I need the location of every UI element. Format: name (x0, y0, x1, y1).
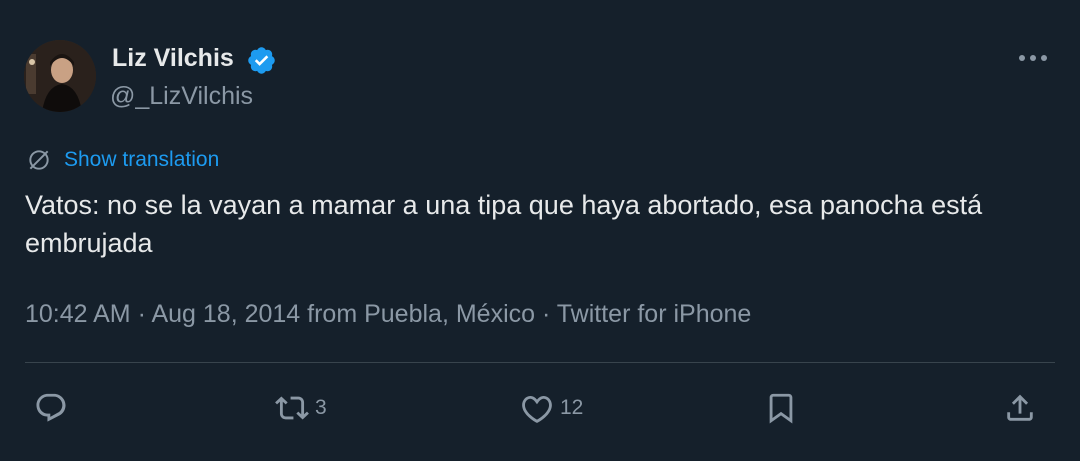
avatar[interactable] (24, 40, 96, 112)
bookmark-icon (769, 393, 793, 424)
more-icon[interactable] (1016, 48, 1050, 68)
retweet-count: 3 (315, 396, 327, 419)
like-button[interactable]: 12 (520, 388, 583, 428)
reply-icon (36, 393, 66, 422)
retweet-button[interactable]: 3 (275, 388, 327, 428)
share-button[interactable] (1003, 388, 1037, 428)
tweet-meta: 10:42 AM · Aug 18, 2014 from Puebla, Méx… (25, 300, 752, 328)
divider (25, 362, 1055, 363)
bookmark-button[interactable] (764, 388, 798, 428)
tweet-text: Vatos: no se la vayan a mamar a una tipa… (25, 190, 983, 258)
verified-badge-icon (248, 47, 275, 74)
like-count: 12 (560, 396, 584, 419)
retweet-icon (275, 396, 309, 420)
display-name[interactable]: Liz Vilchis (112, 44, 234, 73)
like-icon (522, 395, 552, 423)
tweet: Liz Vilchis @_LizVilchis Show translatio… (0, 0, 1080, 461)
show-translation-label: Show translation (64, 148, 220, 171)
translate-icon (29, 150, 49, 170)
reply-button[interactable] (34, 388, 74, 428)
handle[interactable]: @_LizVilchis (110, 82, 253, 111)
show-translation-link[interactable]: Show translation (26, 146, 219, 174)
share-icon (1007, 394, 1033, 421)
